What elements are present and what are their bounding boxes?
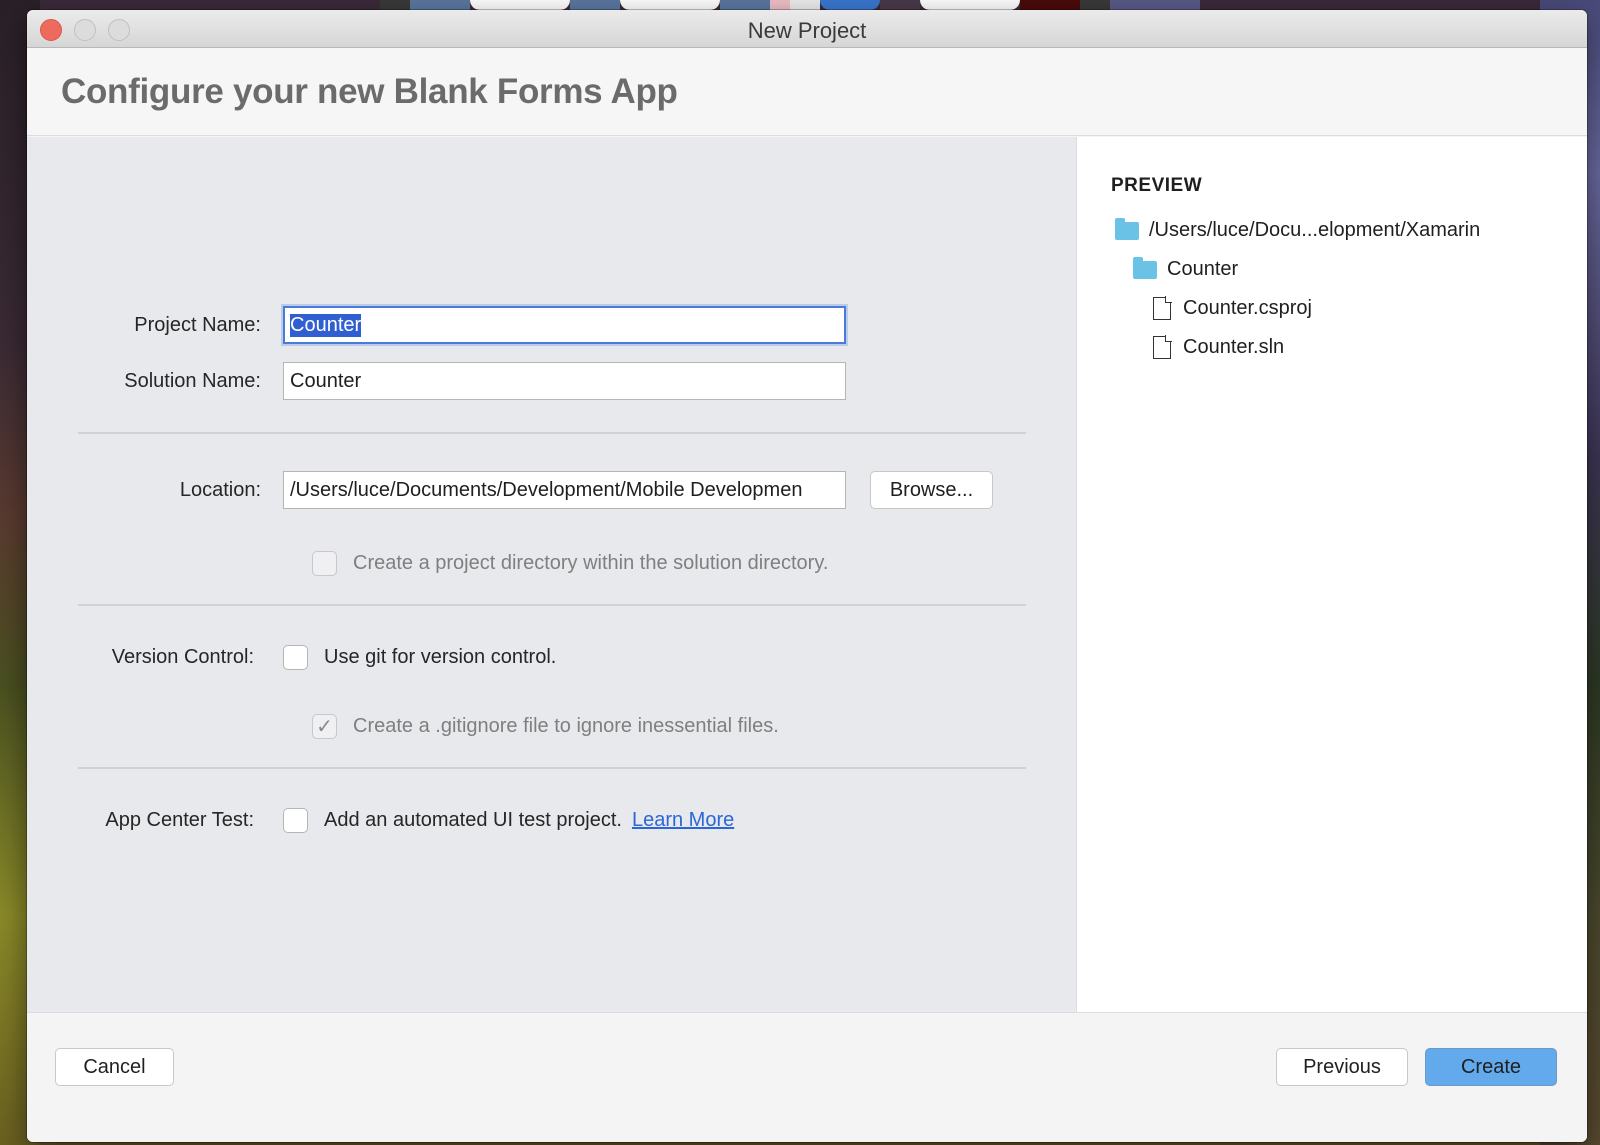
page-title: Configure your new Blank Forms App	[61, 71, 678, 111]
section-divider	[78, 604, 1026, 606]
use-git-checkbox[interactable]	[283, 645, 308, 670]
gitignore-option: ✓ Create a .gitignore file to ignore ine…	[312, 714, 779, 739]
solution-name-label: Solution Name:	[124, 369, 261, 392]
app-center-test-row: App Center Test: Add an automated UI tes…	[27, 808, 734, 833]
gitignore-checkbox[interactable]: ✓	[312, 714, 337, 739]
file-icon	[1153, 296, 1172, 320]
tree-item-label: /Users/luce/Docu...elopment/Xamarin	[1149, 219, 1481, 241]
project-name-label: Project Name:	[134, 313, 261, 336]
project-directory-label: Create a project directory within the so…	[353, 552, 829, 574]
checkmark-icon: ✓	[316, 716, 333, 738]
create-button[interactable]: Create	[1425, 1048, 1557, 1086]
location-label: Location:	[179, 478, 261, 501]
version-control-row: Version Control: Use git for version con…	[27, 645, 556, 670]
section-divider	[78, 767, 1026, 769]
solution-name-row: Solution Name: Counter	[27, 362, 846, 400]
cancel-button[interactable]: Cancel	[55, 1048, 174, 1086]
page-header: Configure your new Blank Forms App	[27, 48, 1587, 136]
section-divider	[78, 432, 1026, 434]
preview-tree: /Users/luce/Docu...elopment/Xamarin Coun…	[1111, 211, 1587, 367]
background-dock-strip	[380, 0, 1200, 10]
tree-item-label: Counter.csproj	[1183, 297, 1312, 319]
tree-item-label: Counter	[1167, 258, 1239, 280]
configuration-form: Project Name: Counter Solution Name: Cou…	[27, 137, 1076, 1012]
preview-title: PREVIEW	[1111, 175, 1203, 196]
project-name-value: Counter	[290, 313, 362, 337]
use-git-label: Use git for version control.	[324, 646, 557, 668]
learn-more-link[interactable]: Learn More	[632, 809, 734, 832]
folder-icon	[1133, 256, 1157, 279]
dialog-footer: Cancel Previous Create	[27, 1012, 1587, 1142]
solution-name-input[interactable]: Counter	[283, 362, 846, 400]
solution-name-value: Counter	[290, 369, 362, 392]
version-control-label: Version Control:	[111, 646, 254, 668]
window-title: New Project	[747, 18, 867, 43]
project-directory-option: Create a project directory within the so…	[312, 551, 828, 576]
new-project-window: New Project Configure your new Blank For…	[27, 10, 1587, 1142]
tree-item-root-folder: /Users/luce/Docu...elopment/Xamarin	[1111, 211, 1587, 250]
gitignore-label: Create a .gitignore file to ignore iness…	[353, 715, 779, 737]
browse-button[interactable]: Browse...	[870, 471, 993, 509]
tree-item-csproj: Counter.csproj	[1111, 289, 1587, 328]
app-center-test-label: App Center Test:	[105, 809, 254, 831]
project-name-input[interactable]: Counter	[283, 306, 846, 344]
project-directory-checkbox[interactable]	[312, 551, 337, 576]
folder-icon	[1115, 217, 1139, 240]
previous-button[interactable]: Previous	[1276, 1048, 1408, 1086]
tree-item-project-folder: Counter	[1111, 250, 1587, 289]
location-value: /Users/luce/Documents/Development/Mobile…	[290, 478, 803, 501]
tree-item-sln: Counter.sln	[1111, 328, 1587, 367]
preview-pane: PREVIEW /Users/luce/Docu...elopment/Xama…	[1076, 137, 1587, 1012]
file-icon	[1153, 335, 1172, 359]
project-name-row: Project Name: Counter	[27, 306, 846, 344]
ui-test-label: Add an automated UI test project.	[324, 809, 622, 831]
tree-item-label: Counter.sln	[1183, 336, 1285, 358]
ui-test-checkbox[interactable]	[283, 808, 308, 833]
location-input[interactable]: /Users/luce/Documents/Development/Mobile…	[283, 471, 846, 509]
location-row: Location: /Users/luce/Documents/Developm…	[27, 471, 993, 509]
dialog-body: Project Name: Counter Solution Name: Cou…	[27, 137, 1587, 1012]
title-bar[interactable]: New Project	[27, 10, 1587, 48]
